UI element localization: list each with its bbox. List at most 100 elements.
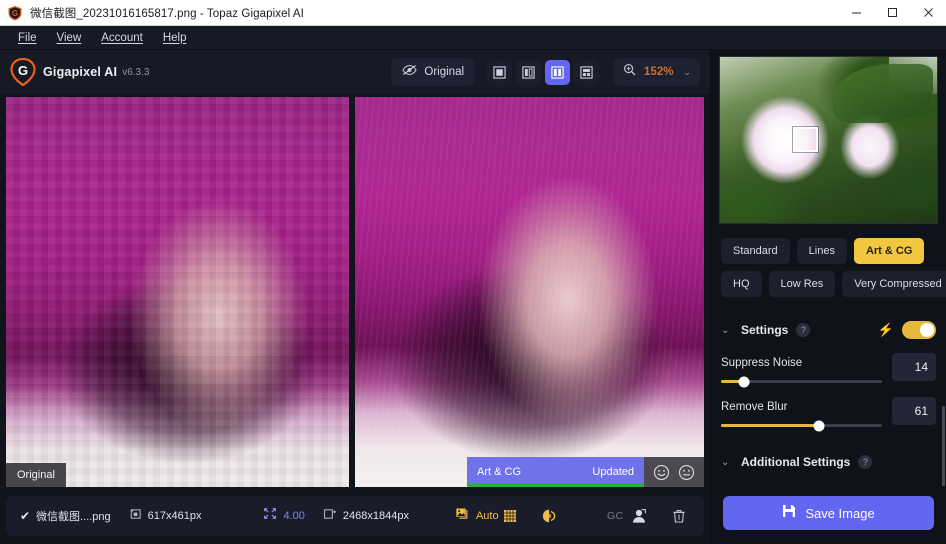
remove-blur-slider[interactable] [721,420,882,431]
original-image-pane[interactable]: Original [6,97,349,487]
gigapixel-window: G 微信截图_20231016165817.png - Topaz Gigapi… [0,0,946,544]
menu-help[interactable]: Help [153,29,197,47]
suppress-noise-value[interactable]: 14 [892,353,936,381]
viewport-selection-box[interactable] [792,126,818,152]
close-button[interactable] [910,0,946,25]
view-mode-side-by-side[interactable] [545,59,571,85]
settings-section-header[interactable]: ⌄ Settings ? ⚡ [721,321,936,339]
title-bar: G 微信截图_20231016165817.png - Topaz Gigapi… [0,0,946,26]
floppy-save-icon [782,504,796,523]
gc-label: GC [607,510,624,522]
file-entry[interactable]: ✔ 微信截图....png [20,508,111,524]
view-mode-group [487,59,600,85]
file-status-bar-inner: ✔ 微信截图....png 617x461px 4.00 2468x1844px… [6,496,704,536]
remove-blur-fill [721,424,820,427]
left-column: G Gigapixel AI v6.3.3 Original 152% ⌄ Or… [0,50,710,544]
output-mode-value: Auto [475,510,499,522]
remove-blur-handle[interactable] [813,420,825,431]
suppress-noise-slider[interactable] [721,376,882,387]
remove-blur-label: Remove Blur [721,401,788,413]
model-standard-button[interactable]: Standard [721,238,790,264]
image-dimensions-icon [129,507,142,525]
topaz-shield-icon: G [7,5,23,21]
result-model-name: Art & CG [477,466,522,478]
navigator-thumbnail[interactable] [719,56,938,224]
chevron-down-icon[interactable]: ⌄ [721,457,733,468]
chevron-down-icon[interactable]: ⌄ [721,325,733,336]
menu-account-label: Account [101,31,143,44]
eye-slash-icon [402,63,418,81]
face-neutral-icon[interactable] [678,464,695,481]
gigapixel-logo-icon: G [10,57,36,87]
minimize-button[interactable] [838,0,874,25]
save-image-label: Save Image [805,505,875,521]
model-very-compressed-button[interactable]: Very Compressed [842,271,946,297]
brand-name: Gigapixel AI [43,65,118,79]
additional-settings-header[interactable]: ⌄ Additional Settings ? [721,455,936,469]
zoom-value: 152% [644,66,674,78]
save-image-button[interactable]: Save Image [723,496,934,530]
suppress-noise-setting: Suppress Noise 14 [721,353,936,387]
delete-trash-icon[interactable] [668,504,690,528]
menu-file-label: File [18,31,37,44]
crop-icon[interactable] [499,504,521,528]
toggle-knob [920,323,934,337]
view-mode-split[interactable] [516,59,542,85]
output-mode[interactable]: Auto [455,507,499,525]
model-low-res-button[interactable]: Low Res [768,271,836,297]
additional-settings-title: Additional Settings [741,455,851,469]
model-lines-button[interactable]: Lines [796,238,847,264]
view-mode-single[interactable] [487,59,513,85]
svg-text:G: G [12,9,18,18]
chevron-down-icon[interactable]: ⌄ [683,67,691,78]
save-area: Save Image [711,486,946,544]
result-model-badge: Art & CG Updated [467,457,644,487]
settings-scrollbar[interactable] [942,406,945,486]
view-mode-grid[interactable] [574,59,600,85]
processed-image-detail [355,97,704,487]
output-dimensions-value: 2468x1844px [342,510,409,522]
face-recovery-person-icon[interactable] [628,504,650,528]
result-strip: Art & CG Updated [467,457,704,487]
result-status: Updated [592,466,634,478]
settings-panel: Standard Lines Art & CG HQ Low Res Very … [710,50,946,544]
menu-help-label: Help [162,31,187,44]
auto-settings-toggle[interactable] [902,321,936,339]
input-dimensions-value: 617x461px [147,510,202,522]
additional-settings-help-icon[interactable]: ? [858,455,873,469]
menu-view[interactable]: View [47,29,92,47]
feedback-buttons [644,457,704,487]
zoom-control[interactable]: 152% ⌄ [613,58,700,86]
settings-title: Settings [741,323,789,337]
brand-version: v6.3.3 [122,66,150,78]
file-selected-check-icon[interactable]: ✔ [20,509,30,523]
original-toggle-button[interactable]: Original [391,58,476,86]
model-art-cg-button[interactable]: Art & CG [853,238,925,264]
scale-factor-value: 4.00 [283,510,305,522]
lightning-icon: ⚡ [877,322,894,337]
scale-factor[interactable]: 4.00 [263,507,305,525]
maximize-button[interactable] [874,0,910,25]
image-viewer: Original Art & CG Updated [0,94,710,492]
face-recovery-split-icon[interactable] [539,504,561,528]
processed-image [355,97,704,487]
face-happy-icon[interactable] [653,464,670,481]
remove-blur-value[interactable]: 61 [892,397,936,425]
menu-account[interactable]: Account [91,29,153,47]
file-name: 微信截图....png [36,511,111,523]
file-status-bar: ✔ 微信截图....png 617x461px 4.00 2468x1844px… [0,492,710,544]
result-progress-bar [467,483,644,487]
menu-file[interactable]: File [8,29,47,47]
original-image-grid [6,97,349,487]
processed-image-pane[interactable]: Art & CG Updated [355,97,704,487]
settings-help-icon[interactable]: ? [796,323,811,337]
brand: G Gigapixel AI v6.3.3 [10,57,150,87]
suppress-noise-label: Suppress Noise [721,357,803,369]
suppress-noise-handle[interactable] [738,376,750,387]
gc-label-text: GC [607,510,624,522]
stack-images-icon [455,507,470,525]
settings-scroll-area: Standard Lines Art & CG HQ Low Res Very … [711,224,946,486]
model-row-primary: Standard Lines Art & CG [721,238,936,264]
model-hq-button[interactable]: HQ [721,271,762,297]
original-pane-badge: Original [6,463,66,487]
